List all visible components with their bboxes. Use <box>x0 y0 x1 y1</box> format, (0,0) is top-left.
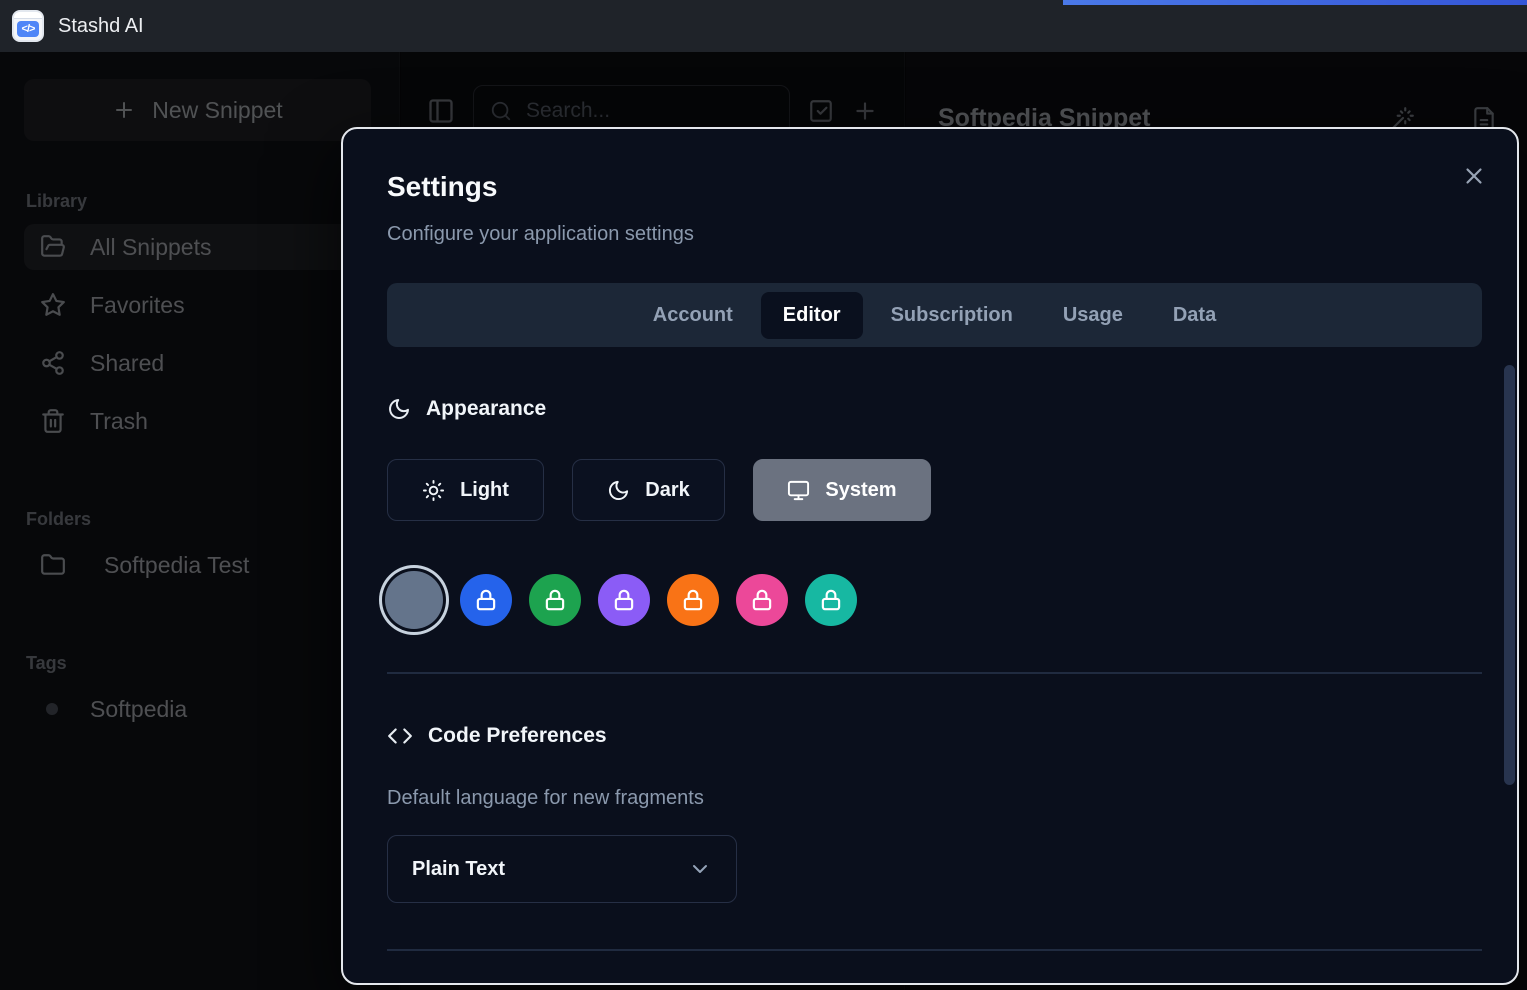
section-divider <box>387 672 1482 674</box>
lock-icon <box>818 587 844 613</box>
code-window-icon: </> <box>12 10 44 42</box>
modal-title: Settings <box>387 171 497 203</box>
accent-swatch-orange[interactable] <box>667 574 719 626</box>
code-preferences-heading-text: Code Preferences <box>428 724 607 748</box>
chevron-down-icon <box>688 857 712 881</box>
top-accent-strip <box>1063 0 1527 5</box>
monitor-icon <box>787 479 810 502</box>
accent-swatch-slate[interactable] <box>385 571 443 629</box>
accent-swatch-pink[interactable] <box>736 574 788 626</box>
window-titlebar: </> Stashd AI <box>0 0 1527 52</box>
selected-language-value: Plain Text <box>412 858 505 881</box>
tab-account[interactable]: Account <box>631 292 755 339</box>
settings-modal: Settings Configure your application sett… <box>341 127 1519 985</box>
lock-icon <box>749 587 775 613</box>
settings-tabbar: Account Editor Subscription Usage Data <box>387 283 1482 347</box>
accent-swatch-blue[interactable] <box>460 574 512 626</box>
code-icon <box>387 723 413 749</box>
theme-dark-button[interactable]: Dark <box>572 459 725 521</box>
modal-subtitle: Configure your application settings <box>387 223 694 246</box>
appearance-section-heading: Appearance <box>387 397 546 421</box>
tab-data[interactable]: Data <box>1151 292 1238 339</box>
theme-light-label: Light <box>460 479 509 502</box>
lock-icon <box>542 587 568 613</box>
moon-icon <box>607 479 630 502</box>
accent-swatch-teal[interactable] <box>805 574 857 626</box>
close-icon[interactable] <box>1461 163 1487 189</box>
tab-editor[interactable]: Editor <box>761 292 863 339</box>
appearance-heading-text: Appearance <box>426 397 546 421</box>
theme-light-button[interactable]: Light <box>387 459 544 521</box>
lock-icon <box>680 587 706 613</box>
default-language-label: Default language for new fragments <box>387 787 704 810</box>
tab-subscription[interactable]: Subscription <box>869 292 1035 339</box>
code-preferences-heading: Code Preferences <box>387 723 607 749</box>
tab-usage[interactable]: Usage <box>1041 292 1145 339</box>
accent-swatch-purple[interactable] <box>598 574 650 626</box>
theme-system-label: System <box>825 479 896 502</box>
lock-icon <box>611 587 637 613</box>
theme-dark-label: Dark <box>645 479 689 502</box>
accent-color-picker <box>385 571 857 629</box>
app-title: Stashd AI <box>58 15 144 38</box>
theme-selector: Light Dark System <box>387 459 931 521</box>
section-divider <box>387 949 1482 951</box>
sun-icon <box>422 479 445 502</box>
modal-scrollbar[interactable] <box>1504 365 1515 785</box>
moon-icon <box>387 397 411 421</box>
theme-system-button[interactable]: System <box>753 459 931 521</box>
lock-icon <box>473 587 499 613</box>
accent-swatch-green[interactable] <box>529 574 581 626</box>
default-language-select[interactable]: Plain Text <box>387 835 737 903</box>
